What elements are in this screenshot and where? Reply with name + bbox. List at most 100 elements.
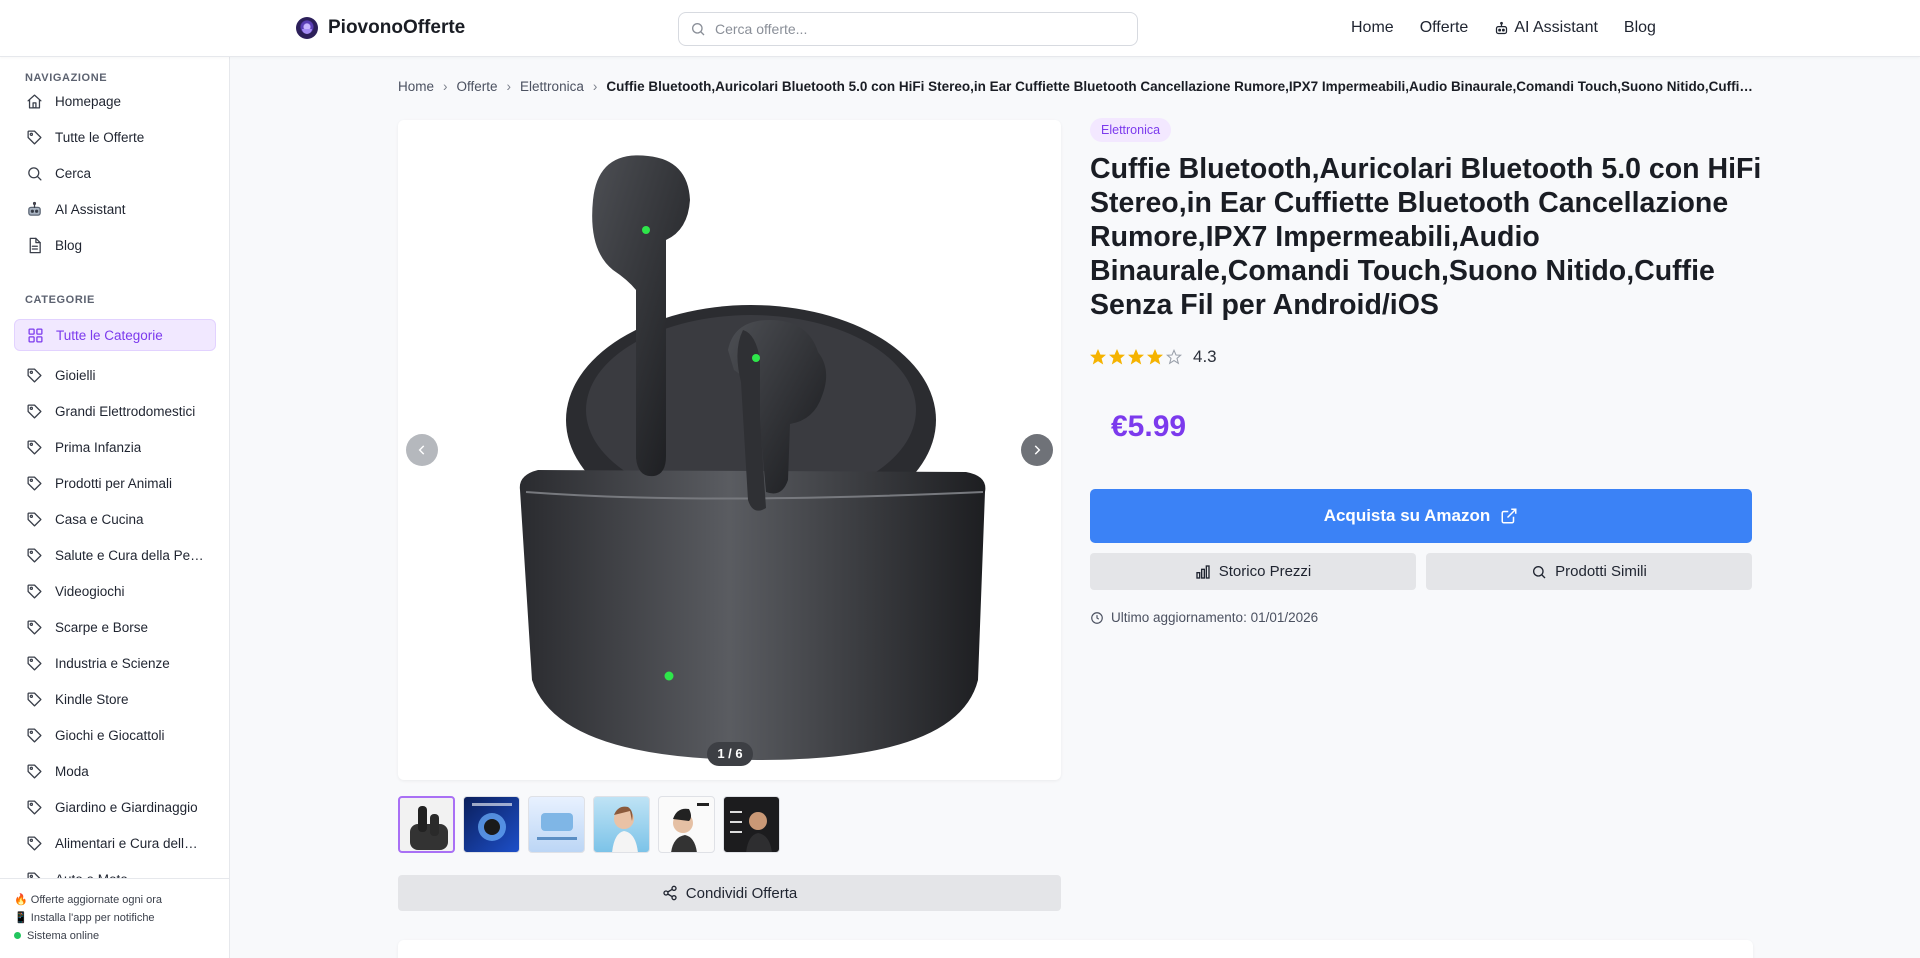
robot-icon: [28, 201, 41, 216]
sidebar-item-label: Tutte le Offerte: [55, 129, 145, 145]
details-card: [398, 940, 1753, 958]
rating-value: 4.3: [1193, 347, 1217, 366]
star-empty-icon: [1166, 349, 1182, 365]
tag-icon: [27, 583, 42, 599]
sidebar-item-ai-assistant[interactable]: AI Assistant: [14, 193, 216, 225]
tag-icon: [27, 691, 42, 707]
external-link-icon: [1501, 508, 1517, 524]
top-header: PiovonoOfferte Home Offerte AI Assistant…: [0, 0, 1920, 57]
category-item-label: Tutte le Categorie: [56, 327, 163, 343]
product-image-gallery: 1 / 6: [398, 120, 1061, 780]
category-item-label: Industria e Scienze: [55, 655, 170, 671]
search-bar: [678, 12, 1138, 46]
star-filled-icon: [1147, 349, 1163, 365]
gallery-prev-button[interactable]: [406, 434, 438, 466]
bar-chart-icon: [1196, 564, 1210, 579]
thumbnail-strip: [398, 796, 780, 853]
category-item-prima-infanzia[interactable]: Prima Infanzia: [14, 431, 216, 463]
category-item-gioielli[interactable]: Gioielli: [14, 359, 216, 391]
category-badge[interactable]: Elettronica: [1090, 118, 1172, 142]
similar-products-button[interactable]: Prodotti Simili: [1426, 553, 1752, 590]
brand-logo[interactable]: PiovonoOfferte: [296, 17, 465, 39]
sidebar-item-label: Homepage: [55, 93, 122, 109]
tag-icon: [27, 799, 42, 815]
tag-icon: [27, 129, 42, 145]
star-filled-icon: [1109, 349, 1125, 365]
share-offer-button[interactable]: Condividi Offerta: [398, 875, 1061, 911]
thumbnail[interactable]: [723, 796, 780, 853]
star-filled-icon: [1090, 349, 1106, 365]
category-item-industria-e-scienze[interactable]: Industria e Scienze: [14, 647, 216, 679]
nav-offers-link[interactable]: Offerte: [1420, 19, 1469, 37]
category-item-giochi-e-giocattoli[interactable]: Giochi e Giocattoli: [14, 719, 216, 751]
breadcrumb-separator: ›: [443, 79, 448, 94]
thumbnail[interactable]: [528, 796, 585, 853]
category-item-salute-e-cura-della-persona[interactable]: Salute e Cura della Persona: [14, 539, 216, 571]
category-item-scarpe-e-borse[interactable]: Scarpe e Borse: [14, 611, 216, 643]
gallery-next-button[interactable]: [1021, 434, 1053, 466]
similar-products-label: Prodotti Simili: [1555, 563, 1647, 580]
category-item-label: Scarpe e Borse: [55, 619, 149, 635]
category-item-label: Gioielli: [55, 367, 96, 383]
breadcrumb-separator: ›: [592, 79, 598, 94]
nav-ai-assistant-label: AI Assistant: [1514, 19, 1598, 36]
sidebar-item-tutte-le-offerte[interactable]: Tutte le Offerte: [14, 121, 216, 153]
sidebar-item-label: Blog: [55, 237, 83, 253]
breadcrumb-home[interactable]: Home: [398, 79, 434, 94]
category-item-casa-e-cucina[interactable]: Casa e Cucina: [14, 503, 216, 535]
sidebar: NAVIGAZIONE Homepage Tutte le Offerte Cerc…: [0, 57, 230, 958]
tag-icon: [27, 367, 42, 383]
image-counter: 1 / 6: [707, 742, 753, 766]
tag-icon: [27, 727, 42, 743]
category-item-label: Prima Infanzia: [55, 439, 142, 455]
category-item-moda[interactable]: Moda: [14, 755, 216, 787]
category-item-videogiochi[interactable]: Videogiochi: [14, 575, 216, 607]
category-item-kindle-store[interactable]: Kindle Store: [14, 683, 216, 715]
sidebar-item-label: Cerca: [55, 165, 92, 181]
category-item-label: Salute e Cura della Persona: [55, 547, 205, 563]
tag-icon: [27, 475, 42, 491]
sidebar-item-blog[interactable]: Blog: [14, 229, 216, 261]
nav-home-link[interactable]: Home: [1351, 19, 1394, 37]
footer-updates-note: 🔥 Offerte aggiornate ogni ora: [14, 894, 163, 906]
footer-status: Sistema online: [14, 927, 229, 945]
sidebar-footer: 🔥 Offerte aggiornate ogni ora 📱 Installa…: [0, 878, 229, 958]
product-title: Cuffie Bluetooth,Auricolari Bluetooth 5.…: [1090, 153, 1762, 321]
thumbnail[interactable]: [463, 796, 520, 853]
last-updated-text: Ultimo aggiornamento: 01/01/2026: [1111, 610, 1319, 625]
search-icon: [28, 166, 42, 181]
buy-on-amazon-button[interactable]: Acquista su Amazon: [1090, 489, 1752, 543]
last-updated: Ultimo aggiornamento: 01/01/2026: [1090, 610, 1318, 625]
category-item-label: Prodotti per Animali: [55, 475, 173, 491]
breadcrumb-current: Cuffie Bluetooth,Auricolari Bluetooth 5.…: [606, 79, 1753, 94]
category-item-alimentari-e-cura-della-casa[interactable]: Alimentari e Cura della Casa: [14, 827, 216, 859]
share-offer-label: Condividi Offerta: [685, 884, 798, 902]
price-history-button[interactable]: Storico Prezzi: [1090, 553, 1416, 590]
sidebar-item-label: AI Assistant: [55, 201, 126, 217]
category-item-grandi-elettrodomestici[interactable]: Grandi Elettrodomestici: [14, 395, 216, 427]
clock-icon: [1091, 611, 1103, 624]
top-nav: Home Offerte AI Assistant Blog: [1351, 19, 1656, 37]
search-input[interactable]: [715, 21, 1115, 37]
breadcrumb-offers[interactable]: Offerte: [457, 79, 498, 94]
sidebar-item-cerca[interactable]: Cerca: [14, 157, 216, 189]
tag-icon: [27, 511, 42, 527]
tag-icon: [27, 547, 42, 563]
category-item-label: Kindle Store: [55, 691, 129, 707]
buy-on-amazon-label: Acquista su Amazon: [1323, 506, 1491, 525]
thumbnail[interactable]: [593, 796, 650, 853]
nav-ai-assistant-link[interactable]: AI Assistant: [1494, 19, 1598, 37]
thumbnail[interactable]: [398, 796, 455, 853]
breadcrumb-separator: ›: [506, 79, 512, 94]
category-item-prodotti-per-animali[interactable]: Prodotti per Animali: [14, 467, 216, 499]
breadcrumb-category[interactable]: Elettronica: [520, 79, 584, 94]
thumbnail[interactable]: [658, 796, 715, 853]
product-image: [519, 155, 986, 760]
category-item-giardino-e-giardinaggio[interactable]: Giardino e Giardinaggio: [14, 791, 216, 823]
sidebar-item-homepage[interactable]: Homepage: [14, 85, 216, 117]
category-item-label: Giochi e Giocattoli: [55, 727, 165, 743]
product-price: €5.99: [1111, 410, 1187, 443]
nav-blog-link[interactable]: Blog: [1624, 19, 1656, 37]
category-item-tutte-le-categorie[interactable]: Tutte le Categorie: [14, 319, 216, 351]
grid-icon: [28, 327, 43, 343]
